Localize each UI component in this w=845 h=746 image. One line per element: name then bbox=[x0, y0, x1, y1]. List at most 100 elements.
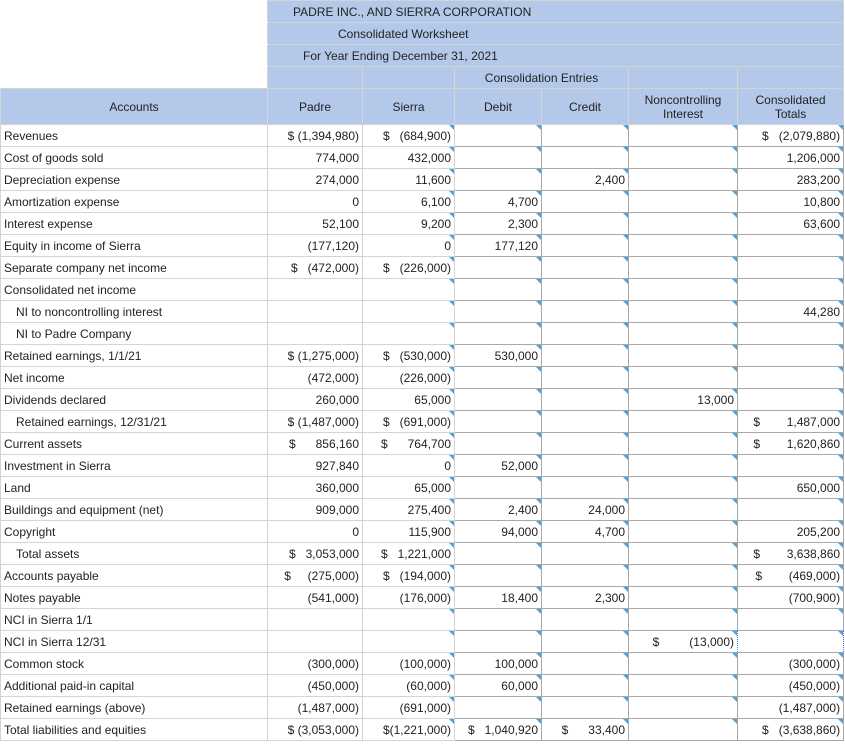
nci-input[interactable] bbox=[628, 146, 738, 169]
total-input[interactable] bbox=[736, 388, 845, 411]
total-input[interactable]: 650,000 bbox=[736, 476, 845, 499]
nci-input[interactable] bbox=[628, 344, 738, 367]
total-input[interactable]: 10,800 bbox=[736, 190, 845, 213]
total-input[interactable]: 283,200 bbox=[736, 168, 845, 191]
debit-input[interactable]: 52,000 bbox=[454, 454, 542, 477]
nci-input[interactable] bbox=[628, 212, 738, 235]
nci-input[interactable] bbox=[628, 234, 738, 257]
nci-input[interactable] bbox=[628, 586, 738, 609]
total-input[interactable] bbox=[736, 278, 845, 301]
credit-input[interactable] bbox=[541, 300, 629, 323]
credit-input[interactable] bbox=[541, 696, 629, 719]
total-input[interactable]: $ 1,620,860 bbox=[736, 432, 845, 455]
credit-input[interactable] bbox=[541, 388, 629, 411]
debit-input[interactable] bbox=[454, 608, 542, 631]
debit-input[interactable] bbox=[454, 542, 542, 565]
debit-input[interactable]: 4,700 bbox=[454, 190, 542, 213]
credit-input[interactable] bbox=[541, 630, 629, 653]
total-input[interactable]: 63,600 bbox=[736, 212, 845, 235]
total-input[interactable] bbox=[736, 454, 845, 477]
debit-input[interactable] bbox=[454, 124, 542, 147]
nci-input[interactable] bbox=[628, 278, 738, 301]
credit-input[interactable]: 4,700 bbox=[541, 520, 629, 543]
nci-input[interactable] bbox=[628, 696, 738, 719]
nci-input[interactable] bbox=[628, 410, 738, 433]
total-input[interactable]: (300,000) bbox=[736, 652, 845, 675]
debit-input[interactable]: $ 1,040,920 bbox=[454, 718, 542, 741]
debit-input[interactable] bbox=[454, 146, 542, 169]
debit-input[interactable] bbox=[454, 300, 542, 323]
nci-input[interactable] bbox=[628, 498, 738, 521]
nci-input[interactable] bbox=[628, 652, 738, 675]
debit-input[interactable]: 2,300 bbox=[454, 212, 542, 235]
credit-input[interactable] bbox=[541, 674, 629, 697]
total-input[interactable] bbox=[736, 630, 845, 653]
total-input[interactable]: 44,280 bbox=[736, 300, 845, 323]
nci-input[interactable] bbox=[628, 542, 738, 565]
credit-input[interactable]: 2,400 bbox=[541, 168, 629, 191]
nci-input[interactable] bbox=[628, 124, 738, 147]
credit-input[interactable] bbox=[541, 652, 629, 675]
debit-input[interactable] bbox=[454, 278, 542, 301]
credit-input[interactable]: 24,000 bbox=[541, 498, 629, 521]
debit-input[interactable] bbox=[454, 564, 542, 587]
nci-input[interactable] bbox=[628, 190, 738, 213]
nci-input[interactable] bbox=[628, 300, 738, 323]
debit-input[interactable]: 18,400 bbox=[454, 586, 542, 609]
credit-input[interactable] bbox=[541, 608, 629, 631]
credit-input[interactable] bbox=[541, 432, 629, 455]
debit-input[interactable]: 2,400 bbox=[454, 498, 542, 521]
total-input[interactable]: (700,900) bbox=[736, 586, 845, 609]
nci-input[interactable] bbox=[628, 674, 738, 697]
total-input[interactable]: 205,200 bbox=[736, 520, 845, 543]
credit-input[interactable] bbox=[541, 410, 629, 433]
debit-input[interactable]: 177,120 bbox=[454, 234, 542, 257]
total-input[interactable] bbox=[736, 256, 845, 279]
total-input[interactable]: $ (469,000) bbox=[736, 564, 845, 587]
total-input[interactable] bbox=[736, 608, 845, 631]
credit-input[interactable] bbox=[541, 344, 629, 367]
credit-input[interactable] bbox=[541, 454, 629, 477]
nci-input[interactable]: $ (13,000) bbox=[628, 630, 738, 653]
debit-input[interactable]: 100,000 bbox=[454, 652, 542, 675]
debit-input[interactable] bbox=[454, 388, 542, 411]
credit-input[interactable] bbox=[541, 278, 629, 301]
nci-input[interactable]: 13,000 bbox=[628, 388, 738, 411]
debit-input[interactable] bbox=[454, 410, 542, 433]
debit-input[interactable] bbox=[454, 322, 542, 345]
total-input[interactable]: $ 1,487,000 bbox=[736, 410, 845, 433]
debit-input[interactable] bbox=[454, 366, 542, 389]
credit-input[interactable] bbox=[541, 366, 629, 389]
nci-input[interactable] bbox=[628, 718, 738, 741]
nci-input[interactable] bbox=[628, 168, 738, 191]
total-input[interactable]: $ 3,638,860 bbox=[736, 542, 845, 565]
total-input[interactable] bbox=[736, 498, 845, 521]
debit-input[interactable] bbox=[454, 168, 542, 191]
total-input[interactable] bbox=[736, 366, 845, 389]
debit-input[interactable]: 530,000 bbox=[454, 344, 542, 367]
debit-input[interactable]: 94,000 bbox=[454, 520, 542, 543]
credit-input[interactable] bbox=[541, 564, 629, 587]
total-input[interactable]: $ (3,638,860) bbox=[736, 718, 845, 741]
nci-input[interactable] bbox=[628, 520, 738, 543]
total-input[interactable]: $ (2,079,880) bbox=[736, 124, 845, 147]
nci-input[interactable] bbox=[628, 476, 738, 499]
credit-input[interactable] bbox=[541, 476, 629, 499]
credit-input[interactable] bbox=[541, 146, 629, 169]
total-input[interactable] bbox=[736, 234, 845, 257]
debit-input[interactable] bbox=[454, 476, 542, 499]
total-input[interactable]: (450,000) bbox=[736, 674, 845, 697]
credit-input[interactable]: 2,300 bbox=[541, 586, 629, 609]
credit-input[interactable] bbox=[541, 256, 629, 279]
credit-input[interactable] bbox=[541, 190, 629, 213]
credit-input[interactable] bbox=[541, 322, 629, 345]
total-input[interactable]: 1,206,000 bbox=[736, 146, 845, 169]
credit-input[interactable] bbox=[541, 542, 629, 565]
credit-input[interactable] bbox=[541, 124, 629, 147]
nci-input[interactable] bbox=[628, 564, 738, 587]
total-input[interactable] bbox=[736, 322, 845, 345]
nci-input[interactable] bbox=[628, 322, 738, 345]
debit-input[interactable]: 60,000 bbox=[454, 674, 542, 697]
nci-input[interactable] bbox=[628, 366, 738, 389]
total-input[interactable]: (1,487,000) bbox=[736, 696, 845, 719]
